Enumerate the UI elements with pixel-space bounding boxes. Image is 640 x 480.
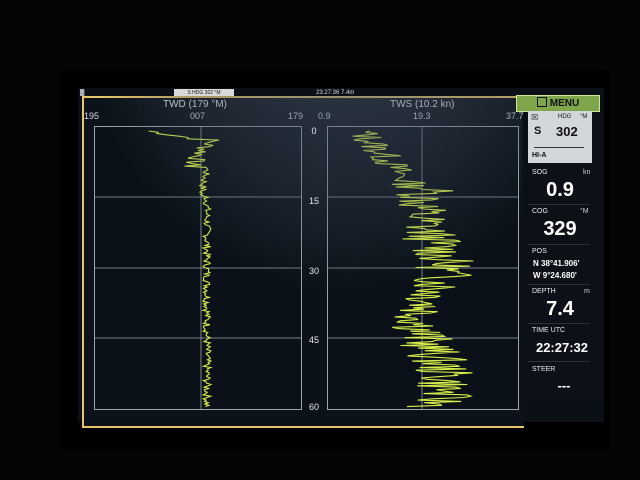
twd-title: TWD (179 °M) [163, 99, 227, 110]
steer-value: --- [557, 378, 571, 393]
twd-tick-left: 195 [84, 111, 100, 121]
close-icon[interactable]: ☒ [531, 113, 538, 122]
depth-label-0: 0 [311, 126, 317, 136]
twd-tick-mid: 007 [190, 111, 206, 121]
tws-tick-mid: 19.3 [413, 111, 431, 121]
depth-unit: m [584, 288, 590, 295]
depth-label-30: 30 [308, 266, 319, 276]
divider [528, 323, 590, 324]
sog-value: 0.9 [546, 179, 574, 201]
divider [528, 361, 590, 362]
pos-latitude: N 38°41.906' [533, 259, 580, 268]
depth-label-15: 15 [308, 196, 319, 206]
sog-label: SOG [532, 169, 548, 176]
tws-chart-svg [328, 127, 518, 409]
menu-label: MENU [549, 98, 580, 109]
depth-label: DEPTH [532, 288, 556, 295]
twd-chart-svg [95, 127, 301, 409]
depth-label-60: 60 [308, 402, 319, 412]
cog-unit: °M [580, 208, 589, 215]
autopilot-mode-symbol: S [534, 125, 542, 137]
divider [528, 204, 590, 205]
tws-title: TWS (10.2 kn) [390, 99, 455, 110]
tws-chart[interactable] [327, 126, 519, 410]
twd-chart[interactable] [94, 126, 302, 410]
time-utc-label: TIME UTC [532, 327, 566, 334]
twd-trace [148, 130, 220, 408]
cog-value: 329 [543, 218, 577, 240]
depth-label-45: 45 [308, 335, 319, 345]
divider [528, 244, 590, 245]
autopilot-heading-value: 302 [556, 124, 578, 139]
autopilot-label: HDG [558, 114, 572, 120]
sog-unit: kn [583, 169, 591, 176]
steer-label: STEER [532, 366, 556, 373]
time-utc-value: 22:27:32 [535, 340, 589, 355]
depth-value: 7.4 [546, 298, 574, 320]
autopilot-mode: HI-A [532, 152, 547, 159]
tws-tick-right: 37.7 [506, 111, 524, 121]
cog-label: COG [532, 208, 548, 215]
tws-tick-left: 0.9 [318, 111, 331, 121]
menu-button[interactable]: MENU [516, 95, 600, 112]
pos-label: POS [532, 248, 547, 255]
autopilot-heading-box[interactable]: ☒ HDG °M S 302 HI-A [528, 111, 592, 163]
menu-icon [536, 97, 547, 107]
divider [528, 284, 590, 285]
tws-trace [352, 130, 474, 408]
twd-tick-right: 179 [288, 111, 304, 121]
autopilot-unit: °M [580, 114, 588, 120]
rudder-scale [534, 142, 584, 148]
pos-longitude: W 9°24.680' [533, 271, 577, 280]
